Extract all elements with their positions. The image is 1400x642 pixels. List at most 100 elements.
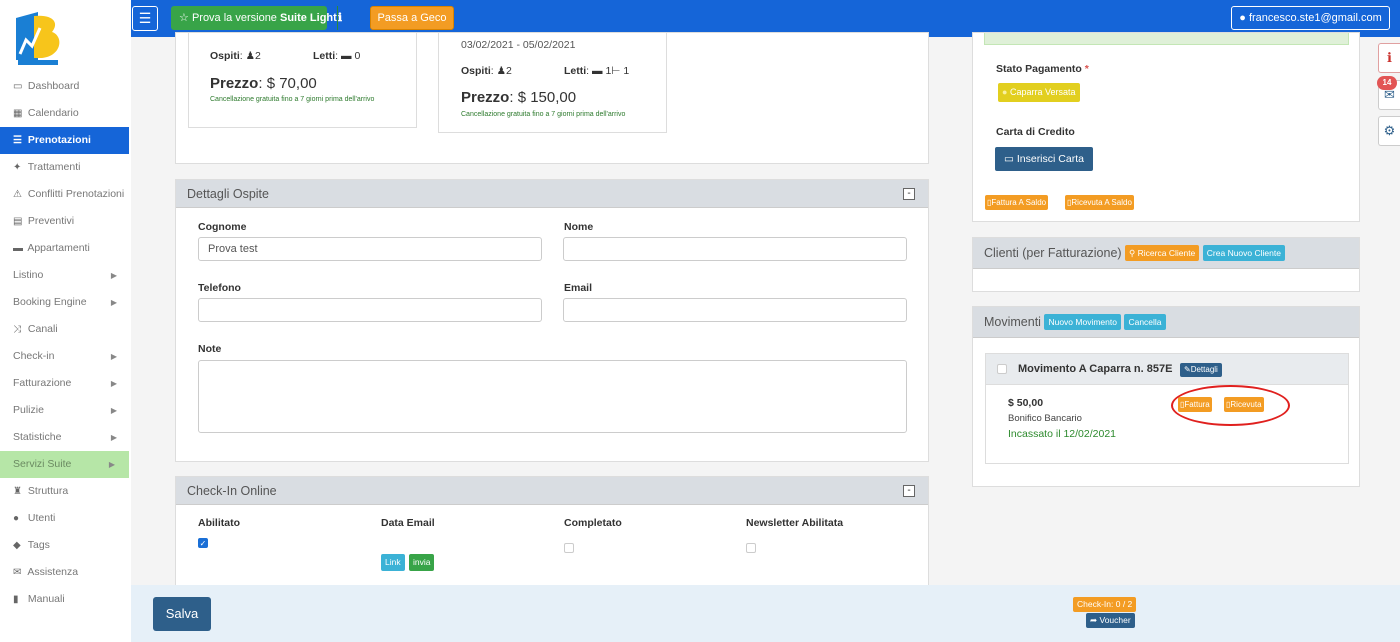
ricerca-cliente-button[interactable]: ⚲ Ricerca Cliente (1125, 245, 1200, 261)
checkin-status-badge: Check-In: 0 / 2 (1073, 597, 1137, 612)
sidebar-item-statistiche[interactable]: Statistiche ▶ (0, 424, 131, 451)
calendar-icon: ▦ (13, 108, 23, 119)
carta-label: Carta di Credito (996, 126, 1075, 138)
nome-input[interactable] (563, 237, 907, 261)
info-icon[interactable]: ℹ (336, 6, 342, 30)
guest-details-header: Dettagli Ospite - (176, 180, 928, 208)
sidebar-item-label: Conflitti Prenotazioni (27, 188, 125, 200)
highlight-annotation (1171, 385, 1290, 426)
circle-icon: ● (1002, 87, 1008, 97)
salva-button[interactable]: Salva (153, 597, 211, 631)
note-label: Note (198, 343, 222, 355)
sidebar-item-prenotazioni[interactable]: ☰ Prenotazioni (0, 127, 129, 154)
sidebar-item-booking-engine[interactable]: Booking Engine ▶ (0, 289, 131, 316)
movimento-checkbox[interactable] (997, 364, 1007, 374)
clienti-header: Clienti (per Fatturazione) ⚲ Ricerca Cli… (973, 238, 1359, 269)
movimento-amount: $ 50,00 (1008, 397, 1044, 409)
sidebar-item-label: Statistiche (13, 431, 62, 443)
cancella-button[interactable]: Cancella (1124, 314, 1166, 330)
newsletter-checkbox[interactable] (746, 543, 756, 553)
user-menu-button[interactable]: ● francesco.ste1@gmail.com (1231, 6, 1390, 30)
sidebar-item-appartamenti[interactable]: ▬ Appartamenti (0, 235, 131, 262)
sidebar-item-check-in[interactable]: Check-in ▶ (0, 343, 131, 370)
caret-right-icon: ▶ (108, 460, 115, 469)
sidebar-item-pulizie[interactable]: Pulizie ▶ (0, 397, 131, 424)
sidebar-item-tags[interactable]: ◆ Tags (0, 532, 131, 559)
sidebar-item-assistenza[interactable]: ✉ Assistenza (0, 559, 131, 586)
caret-right-icon: ▶ (110, 406, 117, 415)
email-label: Email (564, 282, 593, 294)
sidebar-item-manuali[interactable]: ▮ Manuali (0, 586, 131, 613)
guest-details-panel: Dettagli Ospite - Cognome Prova test Nome… (175, 179, 929, 462)
sidebar-item-conflitti[interactable]: ⚠ Conflitti Prenotazioni (0, 181, 131, 208)
sidebar-item-calendario[interactable]: ▦ Calendario (0, 100, 131, 127)
telefono-input[interactable] (198, 298, 542, 322)
sidebar-item-label: Booking Engine (13, 296, 87, 308)
sidebar-item-canali[interactable]: ⤨ Canali (0, 316, 131, 343)
sidebar-item-servizi-suite[interactable]: Servizi Suite ▶ (0, 451, 129, 478)
settings-side-button[interactable]: ⚙ (1378, 116, 1400, 146)
letti-value: 0 (354, 50, 361, 62)
abilitato-checkbox[interactable]: ✓ (198, 538, 208, 548)
sidebar-item-dashboard[interactable]: ▭ Dashboard (0, 73, 131, 100)
suite-prefix: Prova la versione (191, 12, 280, 24)
success-alert (984, 33, 1349, 45)
data-email-label: Data Email (381, 517, 435, 529)
sidebar-item-label: Preventivi (27, 215, 75, 227)
try-suite-label: ☆ Prova la versione Suite Light (171, 6, 337, 30)
room-guests: Ospiti: ♟2 (210, 50, 261, 62)
envelope-icon: ✉ (13, 567, 22, 578)
share-icon: ➦ (1090, 615, 1098, 625)
cognome-input[interactable]: Prova test (198, 237, 542, 261)
btn-label: Voucher (1099, 615, 1131, 625)
sidebar-item-label: Listino (13, 269, 44, 281)
hamburger-menu-button[interactable]: ☰ (132, 6, 158, 31)
nuovo-movimento-button[interactable]: Nuovo Movimento (1044, 314, 1121, 330)
passa-a-geco-button[interactable]: Passa a Geco (370, 6, 454, 30)
collapse-button[interactable]: - (903, 188, 915, 200)
sidebar-item-utenti[interactable]: ● Utenti (0, 505, 131, 532)
checkin-online-header: Check-In Online - (176, 477, 928, 505)
collapse-button[interactable]: - (903, 485, 915, 497)
ricevuta-a-saldo-button[interactable]: ▯Ricevuta A Saldo (1065, 195, 1134, 210)
shuffle-icon: ⤨ (13, 324, 21, 335)
btn-label: Ricerca Cliente (1137, 248, 1196, 258)
main-content: Ospiti: ♟2 Letti: ▬ 0 Prezzo: $ 70,00 Ca… (131, 32, 1400, 596)
fattura-a-saldo-button[interactable]: ▯Fattura A Saldo (985, 195, 1049, 210)
ospiti-value: 2 (255, 50, 261, 62)
sidebar-item-trattamenti[interactable]: ✦ Trattamenti (0, 154, 131, 181)
completato-checkbox[interactable] (564, 543, 574, 553)
ospiti-value: 2 (506, 65, 512, 77)
invia-button[interactable]: invia (409, 554, 435, 571)
info-side-button[interactable]: ℹ (1378, 43, 1400, 73)
movimenti-header: Movimenti Nuovo Movimento Cancella (973, 307, 1359, 338)
room-card: 03/02/2021 - 05/02/2021 Ospiti: ♟2 Letti… (438, 33, 667, 133)
note-textarea[interactable] (198, 360, 907, 433)
sidebar: ▭ Dashboard ▦ Calendario ☰ Prenotazioni … (0, 0, 131, 642)
caret-right-icon: ▶ (110, 379, 117, 388)
bbplanner-logo[interactable] (12, 10, 68, 66)
bed-icon: ▬ (341, 50, 352, 62)
user-icon: ● (13, 513, 20, 524)
crea-nuovo-cliente-button[interactable]: Crea Nuovo Cliente (1202, 245, 1285, 261)
link-button[interactable]: Link (381, 554, 405, 571)
completato-label: Completato (564, 517, 622, 529)
messages-count-badge: 14 (1377, 76, 1397, 90)
sidebar-item-listino[interactable]: Listino ▶ (0, 262, 131, 289)
sidebar-item-preventivi[interactable]: ▤ Preventivi (0, 208, 131, 235)
price-label: Prezzo (210, 75, 259, 92)
stato-pagamento-badge[interactable]: ● Caparra Versata (998, 83, 1080, 102)
dettagli-button[interactable]: ✎Dettagli (1180, 363, 1222, 377)
sidebar-item-struttura[interactable]: ♜ Struttura (0, 478, 131, 505)
document-icon: ▤ (13, 216, 23, 227)
try-suite-light-button[interactable]: ☆ Prova la versione Suite Light ℹ (171, 6, 342, 30)
stato-label-text: Stato Pagamento (996, 63, 1082, 75)
email-input[interactable] (563, 298, 907, 322)
sidebar-item-fatturazione[interactable]: Fatturazione ▶ (0, 370, 131, 397)
sidebar-item-label: Calendario (27, 107, 79, 119)
cancellation-note: Cancellazione gratuita fino a 7 giorni p… (210, 96, 375, 103)
sidebar-item-label: Pulizie (13, 404, 44, 416)
letti-value: 1 (623, 65, 630, 77)
inserisci-carta-button[interactable]: ▭ Inserisci Carta (995, 147, 1093, 171)
voucher-button[interactable]: ➦ Voucher (1086, 613, 1135, 628)
